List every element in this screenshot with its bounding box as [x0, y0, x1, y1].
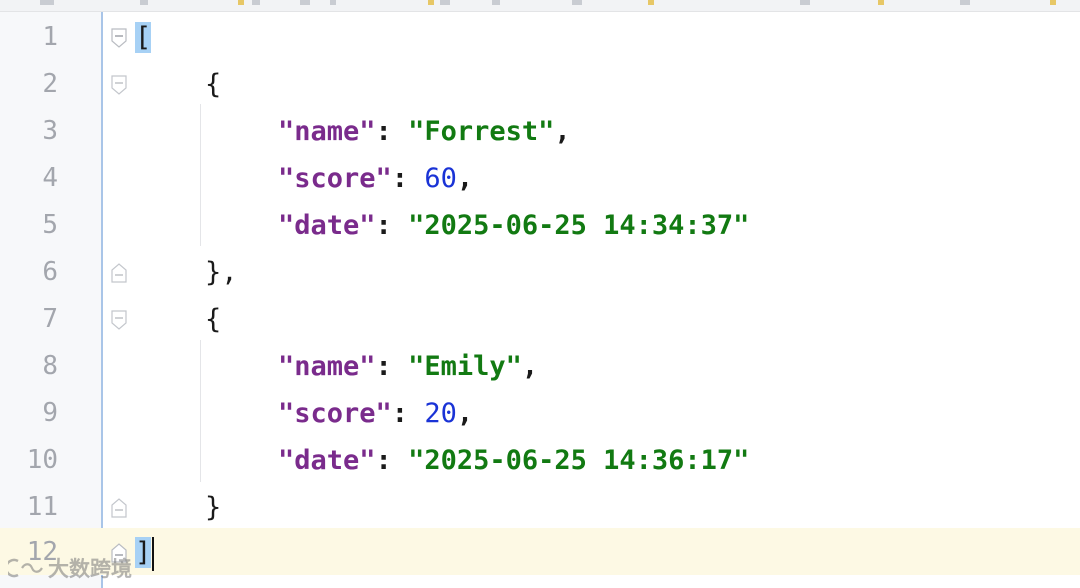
line-number[interactable]: 5: [0, 202, 58, 249]
fold-close-icon[interactable]: [111, 498, 127, 518]
line-number[interactable]: 4: [0, 155, 58, 202]
json-separator: :: [375, 116, 409, 147]
line-number[interactable]: 10: [0, 437, 58, 484]
code-editor[interactable]: 1 [ 2 { 3 "name": "Forrest", 4 "score": …: [0, 0, 1080, 588]
code-text[interactable]: ]: [135, 529, 155, 576]
array-open-bracket: [: [135, 22, 152, 53]
json-key: "date": [278, 445, 376, 476]
code-text[interactable]: {: [205, 61, 221, 108]
code-line[interactable]: 3 "name": "Forrest",: [0, 108, 1080, 155]
code-line[interactable]: 9 "score": 20,: [0, 390, 1080, 437]
code-text[interactable]: "score": 60,: [278, 155, 473, 202]
text-caret: [152, 536, 155, 571]
code-text[interactable]: }: [205, 484, 221, 531]
json-comma: ,: [456, 398, 474, 429]
code-line[interactable]: 7 {: [0, 296, 1080, 343]
json-string-value: "2025-06-25 14:36:17": [408, 445, 750, 476]
object-close-brace: },: [205, 257, 238, 288]
json-separator: :: [375, 445, 409, 476]
code-line[interactable]: 2 {: [0, 61, 1080, 108]
json-comma: ,: [521, 351, 539, 382]
json-key: "name": [278, 351, 376, 382]
line-number[interactable]: 2: [0, 61, 58, 108]
json-number-value: 20: [424, 398, 457, 429]
code-text[interactable]: "name": "Emily",: [278, 343, 538, 390]
fold-open-icon[interactable]: [111, 28, 127, 48]
json-key: "score": [278, 398, 392, 429]
code-line[interactable]: 10 "date": "2025-06-25 14:36:17": [0, 437, 1080, 484]
fold-open-icon[interactable]: [111, 75, 127, 95]
fold-close-icon[interactable]: [111, 263, 127, 283]
json-key: "name": [278, 116, 376, 147]
array-close-bracket: ]: [135, 537, 152, 568]
line-number[interactable]: 9: [0, 390, 58, 437]
code-line[interactable]: 1 [: [0, 14, 1080, 61]
json-separator: :: [391, 398, 425, 429]
json-comma: ,: [554, 116, 571, 147]
code-line[interactable]: 8 "name": "Emily",: [0, 343, 1080, 390]
code-line[interactable]: 4 "score": 60,: [0, 155, 1080, 202]
object-open-brace: {: [205, 69, 222, 100]
code-line[interactable]: 12 ]: [0, 529, 1080, 576]
code-text[interactable]: {: [205, 296, 221, 343]
json-string-value: "Emily": [408, 351, 522, 382]
code-text[interactable]: [: [135, 14, 152, 61]
code-text[interactable]: "score": 20,: [278, 390, 473, 437]
watermark-logo-icon: [8, 558, 43, 578]
code-line[interactable]: 5 "date": "2025-06-25 14:34:37": [0, 202, 1080, 249]
code-text[interactable]: "name": "Forrest",: [278, 108, 571, 155]
fold-open-icon[interactable]: [111, 310, 127, 330]
code-line[interactable]: 11 }: [0, 484, 1080, 531]
tab-bar-strip: [0, 0, 1080, 12]
code-text[interactable]: "date": "2025-06-25 14:36:17": [278, 437, 749, 484]
line-number[interactable]: 8: [0, 343, 58, 390]
watermark: 大数跨境: [8, 552, 132, 584]
watermark-text: 大数跨境: [48, 557, 132, 581]
line-number[interactable]: 6: [0, 249, 58, 296]
line-number[interactable]: 7: [0, 296, 58, 343]
json-string-value: "2025-06-25 14:34:37": [408, 210, 750, 241]
code-text[interactable]: "date": "2025-06-25 14:34:37": [278, 202, 749, 249]
line-number[interactable]: 1: [0, 14, 58, 61]
code-line[interactable]: 6 },: [0, 249, 1080, 296]
json-separator: :: [375, 210, 409, 241]
json-comma: ,: [456, 163, 474, 194]
json-separator: :: [375, 351, 409, 382]
json-string-value: "Forrest": [408, 116, 555, 147]
line-number[interactable]: 3: [0, 108, 58, 155]
object-open-brace: {: [205, 304, 222, 335]
object-close-brace: }: [205, 492, 222, 523]
json-separator: :: [391, 163, 425, 194]
code-text[interactable]: },: [205, 249, 238, 296]
json-key: "score": [278, 163, 392, 194]
json-key: "date": [278, 210, 376, 241]
line-number[interactable]: 11: [0, 484, 58, 531]
json-number-value: 60: [424, 163, 457, 194]
